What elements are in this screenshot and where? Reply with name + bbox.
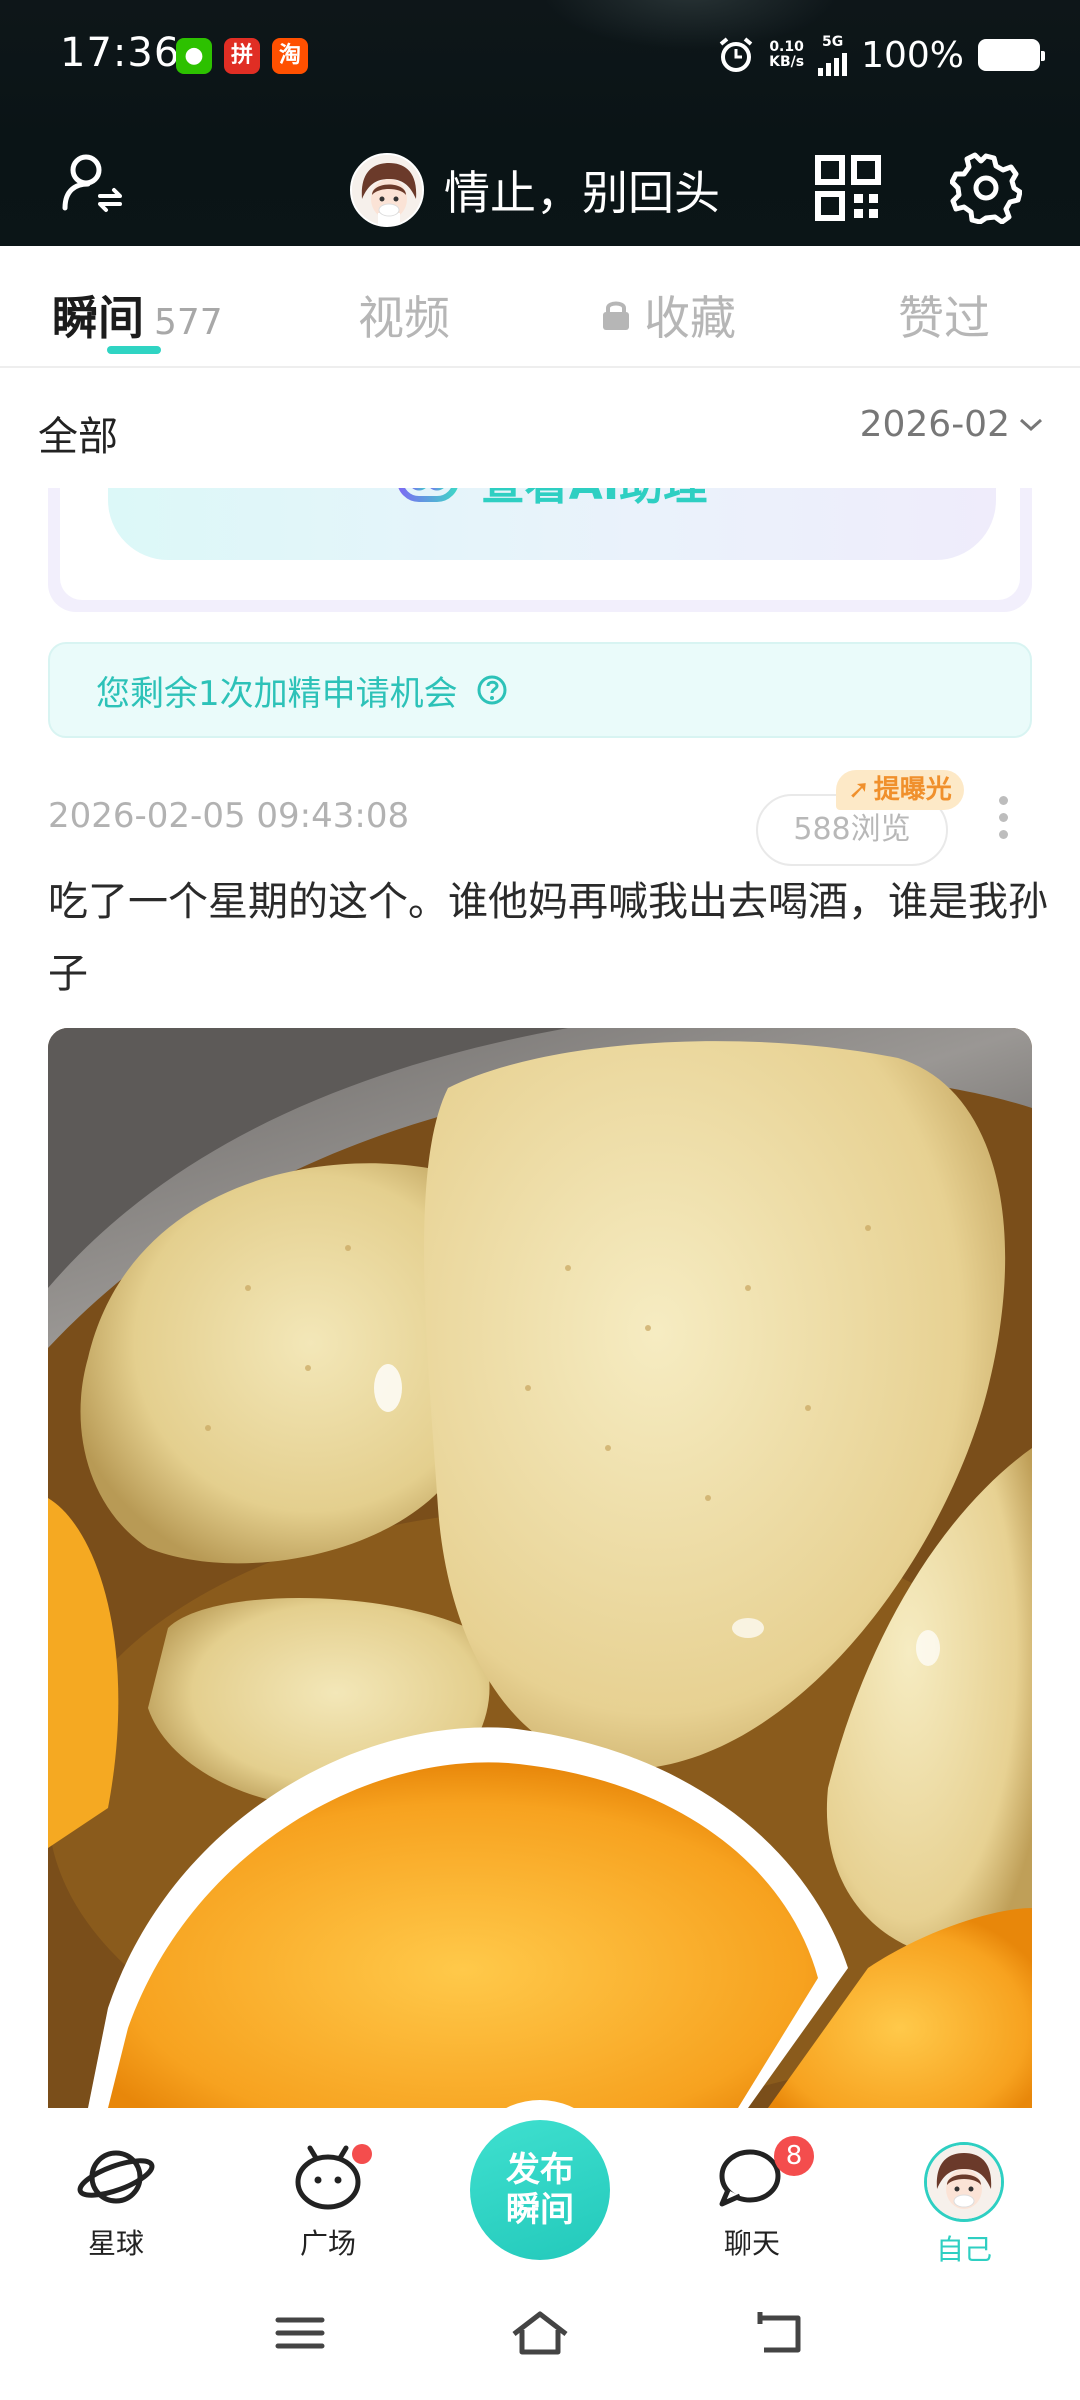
- post-photo[interactable]: [48, 1028, 1032, 2108]
- elite-application-tip: 您剩余1次加精申请机会: [48, 642, 1032, 738]
- avatar: [924, 2142, 1004, 2222]
- nav-chat[interactable]: 8 聊天: [692, 2136, 814, 2262]
- qr-code-icon[interactable]: [815, 155, 881, 221]
- pin-icon: ➚: [848, 775, 870, 805]
- tab-favorites[interactable]: 收藏: [600, 282, 736, 348]
- net-speed: 0.10 KB/s: [769, 39, 805, 70]
- profile-name[interactable]: 情止，别回头: [350, 150, 720, 230]
- status-bar: 17:36 ● 拼 淘 0.10 KB/s 5G 100%: [0, 0, 1080, 110]
- status-right: 0.10 KB/s 5G 100%: [717, 30, 1045, 80]
- pinduoduo-icon: 拼: [224, 38, 260, 74]
- chat-unread-badge: 8: [774, 2136, 814, 2176]
- top-header: 17:36 ● 拼 淘 0.10 KB/s 5G 100% 情止，别回头: [0, 0, 1080, 246]
- more-options-icon[interactable]: [996, 796, 1010, 840]
- post-time: 2026-02-05 09:43:08: [48, 796, 410, 836]
- ai-card-clip: 查看AI助理: [0, 488, 1080, 628]
- square-notification-dot: [352, 2144, 372, 2164]
- publish-moment-button[interactable]: 发布 瞬间: [470, 2120, 610, 2260]
- ai-card: 查看AI助理: [48, 488, 1032, 612]
- avatar: [350, 153, 424, 227]
- signal-icon: [818, 50, 848, 76]
- ai-assistant-button[interactable]: 查看AI助理: [108, 488, 996, 560]
- battery-icon: [978, 39, 1045, 71]
- taobao-icon: 淘: [272, 38, 308, 74]
- wechat-icon: ●: [176, 38, 212, 74]
- active-tab-indicator: [107, 346, 161, 354]
- user-switch-icon[interactable]: [60, 150, 126, 216]
- back-icon[interactable]: [750, 2308, 810, 2358]
- filter-category[interactable]: 全部: [38, 404, 118, 462]
- home-icon[interactable]: [510, 2308, 570, 2358]
- tab-videos[interactable]: 视频: [358, 282, 450, 348]
- ai-logo-icon: [398, 488, 458, 502]
- boost-exposure-tag[interactable]: ➚ 提曝光: [836, 770, 964, 810]
- tab-moments[interactable]: 瞬间 577: [52, 282, 223, 348]
- nav-me[interactable]: 自己: [904, 2142, 1024, 2268]
- help-icon[interactable]: [476, 674, 508, 706]
- date-filter[interactable]: 2026-02: [860, 404, 1044, 445]
- gear-icon[interactable]: [950, 152, 1022, 224]
- nav-planet[interactable]: 星球: [56, 2142, 176, 2262]
- planet-icon: [77, 2150, 155, 2204]
- system-nav-bar: [0, 2278, 1080, 2400]
- chevron-down-icon: [1019, 418, 1043, 431]
- menu-icon[interactable]: [270, 2308, 330, 2358]
- lock-icon: [603, 301, 629, 330]
- status-time: 17:36: [60, 30, 181, 76]
- nickname: 情止，别回头: [444, 166, 720, 220]
- network-type: 5G: [818, 34, 848, 76]
- alarm-icon: [719, 37, 753, 72]
- nav-square[interactable]: 广场: [268, 2142, 388, 2262]
- post-text: 吃了一个星期的这个。谁他妈再喊我出去喝酒，谁是我孙子: [48, 879, 1048, 997]
- photo-image: [48, 1028, 1032, 2108]
- moments-count: 577: [154, 302, 223, 343]
- tab-liked[interactable]: 赞过: [898, 282, 990, 348]
- battery-percent: 100%: [861, 34, 964, 76]
- content-tabs: 瞬间 577 视频 收藏 赞过: [0, 246, 1080, 368]
